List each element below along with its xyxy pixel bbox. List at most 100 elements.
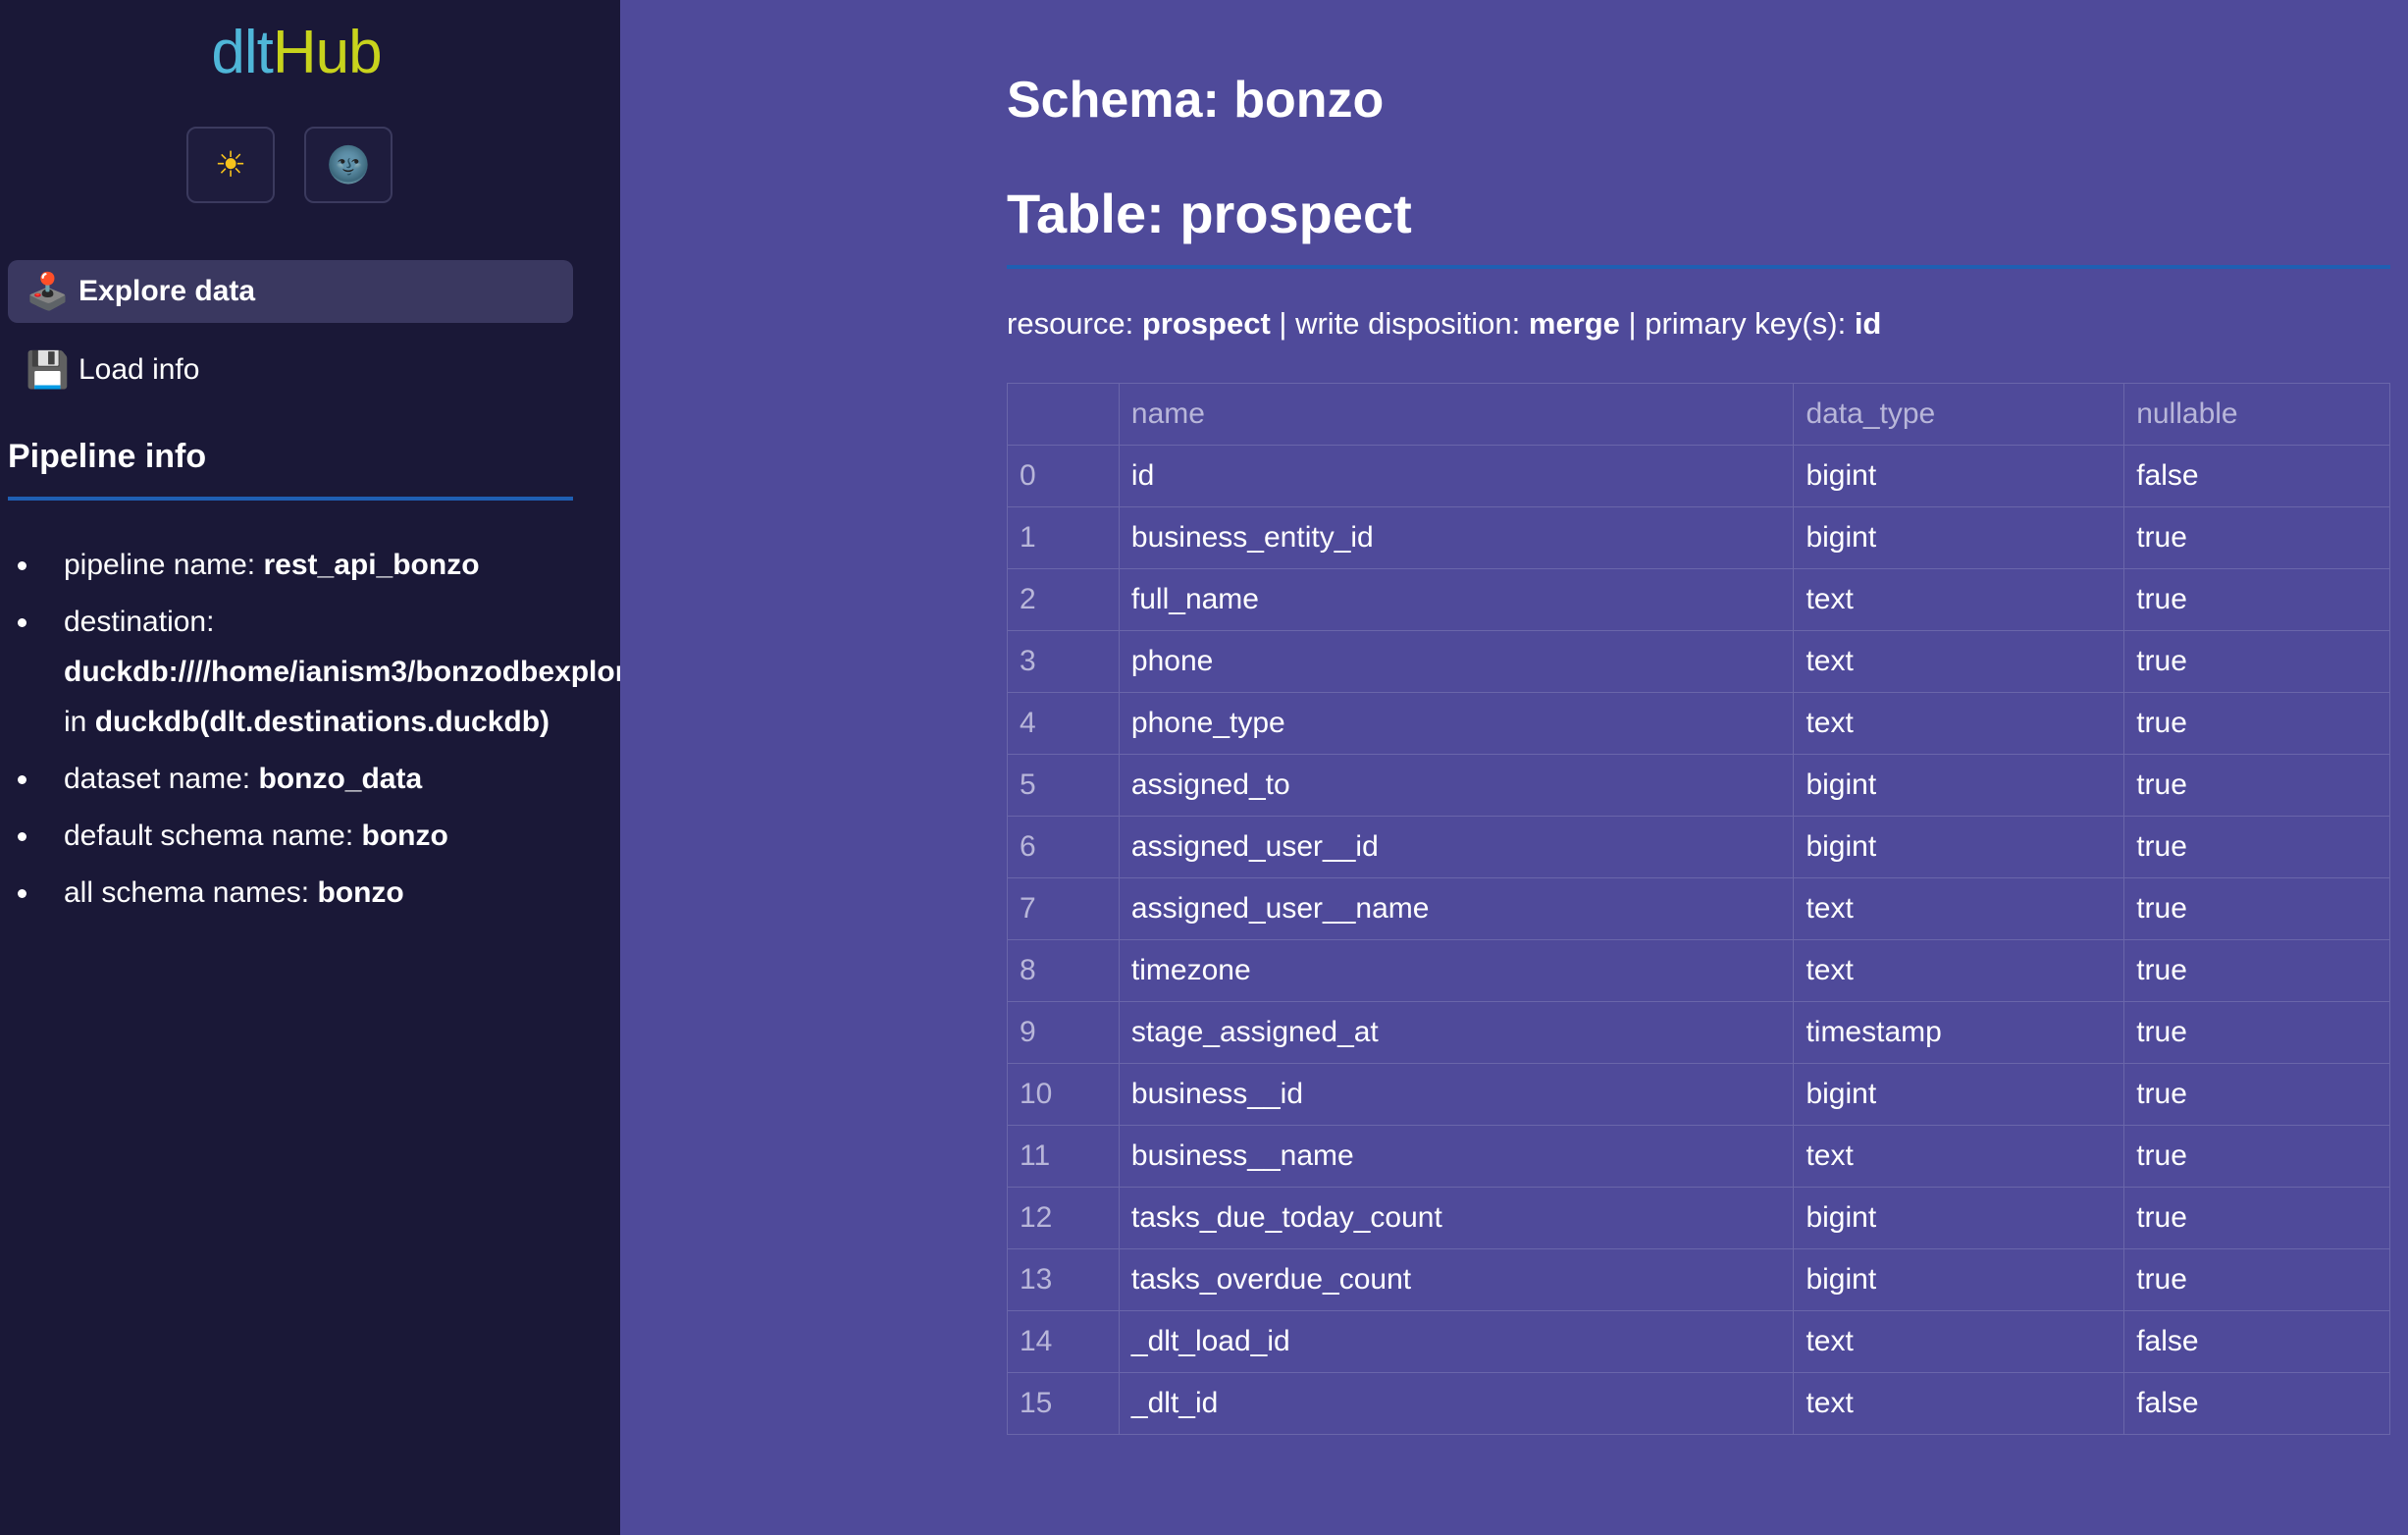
cell-index: 1 — [1007, 506, 1120, 569]
joystick-icon: 🕹️ — [26, 271, 70, 311]
cell-name: _dlt_id — [1118, 1372, 1795, 1435]
cell-nullable: true — [2123, 877, 2390, 940]
table-row: 12 tasks_due_today_count bigint true — [1007, 1187, 2390, 1249]
table-row: 2 full_name text true — [1007, 568, 2390, 631]
meta-separator: | — [1279, 306, 1287, 341]
cell-index: 7 — [1007, 877, 1120, 940]
cell-index: 14 — [1007, 1310, 1120, 1373]
header-data-type[interactable]: data_type — [1793, 383, 2125, 446]
cell-nullable: true — [2123, 1248, 2390, 1311]
cell-nullable: true — [2123, 1001, 2390, 1064]
pipeline-info-list: pipeline name: rest_api_bonzo destinatio… — [0, 540, 620, 925]
light-theme-button[interactable]: ☀ — [186, 127, 275, 203]
table-row: 4 phone_type text true — [1007, 692, 2390, 755]
table-row: 8 timezone text true — [1007, 939, 2390, 1002]
cell-index: 9 — [1007, 1001, 1120, 1064]
sidebar: dltHub ☀ 🌚 🕹️ Explore data 💾 Load info P… — [0, 0, 620, 1535]
nav-item-explore-data[interactable]: 🕹️ Explore data — [8, 260, 573, 323]
cell-data-type: bigint — [1793, 816, 2125, 878]
sidebar-nav: 🕹️ Explore data 💾 Load info — [8, 260, 573, 417]
dataset-name-value: bonzo_data — [258, 763, 423, 795]
cell-data-type: bigint — [1793, 445, 2125, 507]
cell-name: tasks_due_today_count — [1118, 1187, 1795, 1249]
schema-columns-table: name data_type nullable 0 id bigint false 1 b… — [1007, 383, 2390, 1435]
cell-index: 13 — [1007, 1248, 1120, 1311]
default-schema-label: default schema name: — [64, 820, 354, 852]
table-row: 0 id bigint false — [1007, 445, 2390, 507]
cell-nullable: true — [2123, 692, 2390, 755]
cell-nullable: true — [2123, 1187, 2390, 1249]
destination-path: duckdb:////home/ianism3/bonzodbexplor — [64, 656, 620, 688]
cell-index: 2 — [1007, 568, 1120, 631]
table-row: 9 stage_assigned_at timestamp true — [1007, 1001, 2390, 1064]
cell-name: stage_assigned_at — [1118, 1001, 1795, 1064]
all-schemas-label: all schema names: — [64, 876, 310, 909]
cell-data-type: bigint — [1793, 1063, 2125, 1126]
resource-value: prospect — [1141, 306, 1271, 341]
table-row: 13 tasks_overdue_count bigint true — [1007, 1248, 2390, 1311]
table-row: 5 assigned_to bigint true — [1007, 754, 2390, 817]
cell-data-type: text — [1793, 877, 2125, 940]
header-nullable[interactable]: nullable — [2123, 383, 2390, 446]
cell-index: 12 — [1007, 1187, 1120, 1249]
cell-name: _dlt_load_id — [1118, 1310, 1795, 1373]
nav-item-label: Explore data — [79, 275, 256, 307]
cell-index: 4 — [1007, 692, 1120, 755]
cell-name: business_entity_id — [1118, 506, 1795, 569]
resource-label: resource: — [1007, 306, 1134, 341]
dark-theme-button[interactable]: 🌚 — [304, 127, 393, 203]
header-index[interactable] — [1007, 383, 1120, 446]
primary-key-value: id — [1854, 306, 1882, 341]
cell-data-type: text — [1793, 692, 2125, 755]
cell-name: phone — [1118, 630, 1795, 693]
table-row: 3 phone text true — [1007, 630, 2390, 693]
cell-nullable: true — [2123, 816, 2390, 878]
cell-data-type: text — [1793, 1125, 2125, 1188]
header-name[interactable]: name — [1118, 383, 1795, 446]
pipeline-info-heading: Pipeline info — [8, 438, 207, 475]
cell-data-type: bigint — [1793, 1187, 2125, 1249]
nav-item-load-info[interactable]: 💾 Load info — [8, 339, 573, 401]
table-row: 1 business_entity_id bigint true — [1007, 506, 2390, 569]
all-schemas-value: bonzo — [317, 876, 404, 909]
write-disposition-value: merge — [1528, 306, 1620, 341]
sun-icon: ☀ — [214, 144, 247, 185]
cell-data-type: text — [1793, 1310, 2125, 1373]
cell-index: 11 — [1007, 1125, 1120, 1188]
cell-name: business__id — [1118, 1063, 1795, 1126]
nav-item-label: Load info — [79, 353, 200, 386]
cell-nullable: true — [2123, 1063, 2390, 1126]
schema-title: Schema: bonzo — [1007, 72, 1385, 129]
cell-name: timezone — [1118, 939, 1795, 1002]
destination-item: destination: duckdb:////home/ianism3/bon… — [0, 597, 620, 747]
cell-nullable: true — [2123, 630, 2390, 693]
cell-index: 15 — [1007, 1372, 1120, 1435]
cell-index: 6 — [1007, 816, 1120, 878]
pipeline-name-value: rest_api_bonzo — [263, 549, 480, 581]
logo-dlt: dlt — [211, 19, 273, 86]
table-row: 7 assigned_user__name text true — [1007, 877, 2390, 940]
table-row: 6 assigned_user__id bigint true — [1007, 816, 2390, 878]
moon-icon: 🌚 — [326, 144, 371, 185]
cell-nullable: false — [2123, 445, 2390, 507]
cell-name: phone_type — [1118, 692, 1795, 755]
dlthub-logo: dltHub — [0, 18, 593, 87]
table-row: 15 _dlt_id text false — [1007, 1372, 2390, 1435]
table-meta: resource: prospect | write disposition: … — [1007, 306, 1881, 342]
primary-key-label: primary key(s): — [1645, 306, 1847, 341]
cell-index: 5 — [1007, 754, 1120, 817]
cell-data-type: text — [1793, 568, 2125, 631]
cell-data-type: bigint — [1793, 506, 2125, 569]
cell-nullable: true — [2123, 568, 2390, 631]
dataset-name-label: dataset name: — [64, 763, 251, 795]
cell-index: 3 — [1007, 630, 1120, 693]
cell-nullable: true — [2123, 754, 2390, 817]
cell-nullable: false — [2123, 1372, 2390, 1435]
cell-name: assigned_to — [1118, 754, 1795, 817]
cell-data-type: text — [1793, 939, 2125, 1002]
app-root: dltHub ☀ 🌚 🕹️ Explore data 💾 Load info P… — [0, 0, 2408, 1535]
default-schema-item: default schema name: bonzo — [0, 811, 620, 861]
cell-name: business__name — [1118, 1125, 1795, 1188]
table-body: 0 id bigint false 1 business_entity_id bigint t… — [1007, 445, 2390, 1435]
table-header-row: name data_type nullable — [1007, 383, 2390, 446]
